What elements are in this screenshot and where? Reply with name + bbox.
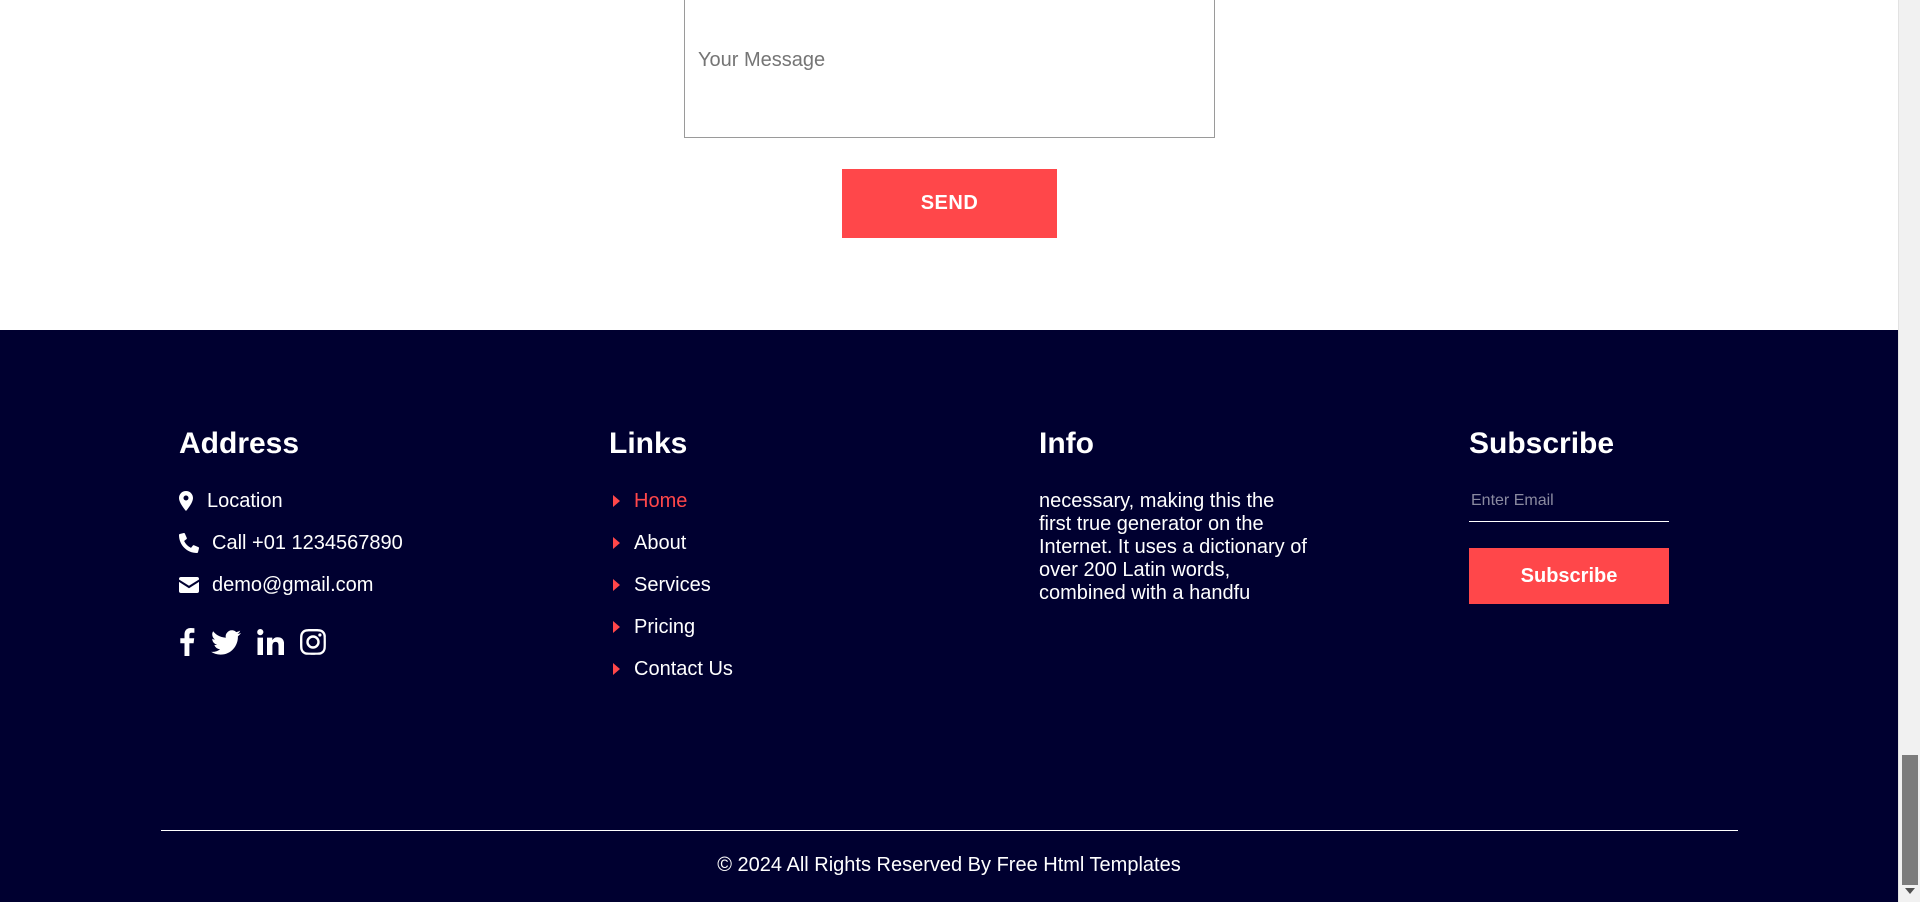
subscribe-column: Subscribe Subscribe [1469, 426, 1709, 604]
links-column: Links Home About Services Pricing Contac… [609, 426, 1009, 690]
caret-right-icon [613, 537, 620, 549]
footer-link-label: About [634, 531, 687, 554]
contact-form-section: SEND [0, 0, 1898, 330]
phone-text: Call +01 1234567890 [212, 531, 403, 554]
caret-right-icon [613, 495, 620, 507]
scrollbar-thumb[interactable] [1902, 755, 1918, 885]
footer-link-services[interactable]: Services [609, 564, 1009, 606]
info-column: Info necessary, making this the first tr… [1039, 426, 1319, 605]
address-title: Address [179, 427, 300, 460]
footer: Address Location Call +01 1234567890 dem… [0, 330, 1898, 902]
footer-link-contact-us[interactable]: Contact Us [609, 648, 1009, 690]
caret-right-icon [613, 663, 620, 675]
facebook-icon[interactable] [179, 628, 195, 656]
message-field-wrapper [684, 0, 1215, 138]
links-title: Links [609, 427, 688, 460]
subscribe-title: Subscribe [1469, 427, 1615, 460]
subscribe-button[interactable]: Subscribe [1469, 548, 1669, 604]
phone-link[interactable]: Call +01 1234567890 [179, 522, 579, 564]
footer-link-label: Contact Us [634, 657, 733, 680]
footer-link-pricing[interactable]: Pricing [609, 606, 1009, 648]
info-text: necessary, making this the first true ge… [1039, 490, 1307, 604]
subscribe-email-input[interactable] [1469, 480, 1669, 522]
send-button[interactable]: SEND [842, 169, 1057, 238]
email-text: demo@gmail.com [212, 573, 374, 596]
message-textarea[interactable] [685, 0, 1214, 137]
email-link[interactable]: demo@gmail.com [179, 564, 579, 606]
copyright-text: © 2024 All Rights Reserved By Free Html … [717, 854, 1181, 876]
envelope-icon [179, 574, 212, 596]
vertical-scrollbar[interactable] [1898, 0, 1920, 902]
phone-icon [179, 532, 212, 554]
twitter-icon[interactable] [211, 629, 241, 655]
footer-link-home[interactable]: Home [609, 480, 1009, 522]
footer-link-label: Home [634, 489, 688, 512]
linkedin-icon[interactable] [257, 629, 284, 655]
instagram-icon[interactable] [300, 629, 326, 655]
footer-link-label: Services [634, 573, 711, 596]
info-title: Info [1039, 427, 1094, 460]
footer-divider [161, 830, 1738, 831]
caret-right-icon [613, 579, 620, 591]
footer-link-about[interactable]: About [609, 522, 1009, 564]
location-text: Location [207, 489, 283, 512]
map-pin-icon [179, 490, 207, 512]
page: SEND Address Location Call +01 123456789… [0, 0, 1920, 902]
social-links [179, 622, 579, 662]
scroll-down-arrow-icon[interactable] [1905, 888, 1915, 894]
address-column: Address Location Call +01 1234567890 dem… [179, 426, 579, 662]
caret-right-icon [613, 621, 620, 633]
footer-link-label: Pricing [634, 615, 696, 638]
location-link[interactable]: Location [179, 480, 579, 522]
